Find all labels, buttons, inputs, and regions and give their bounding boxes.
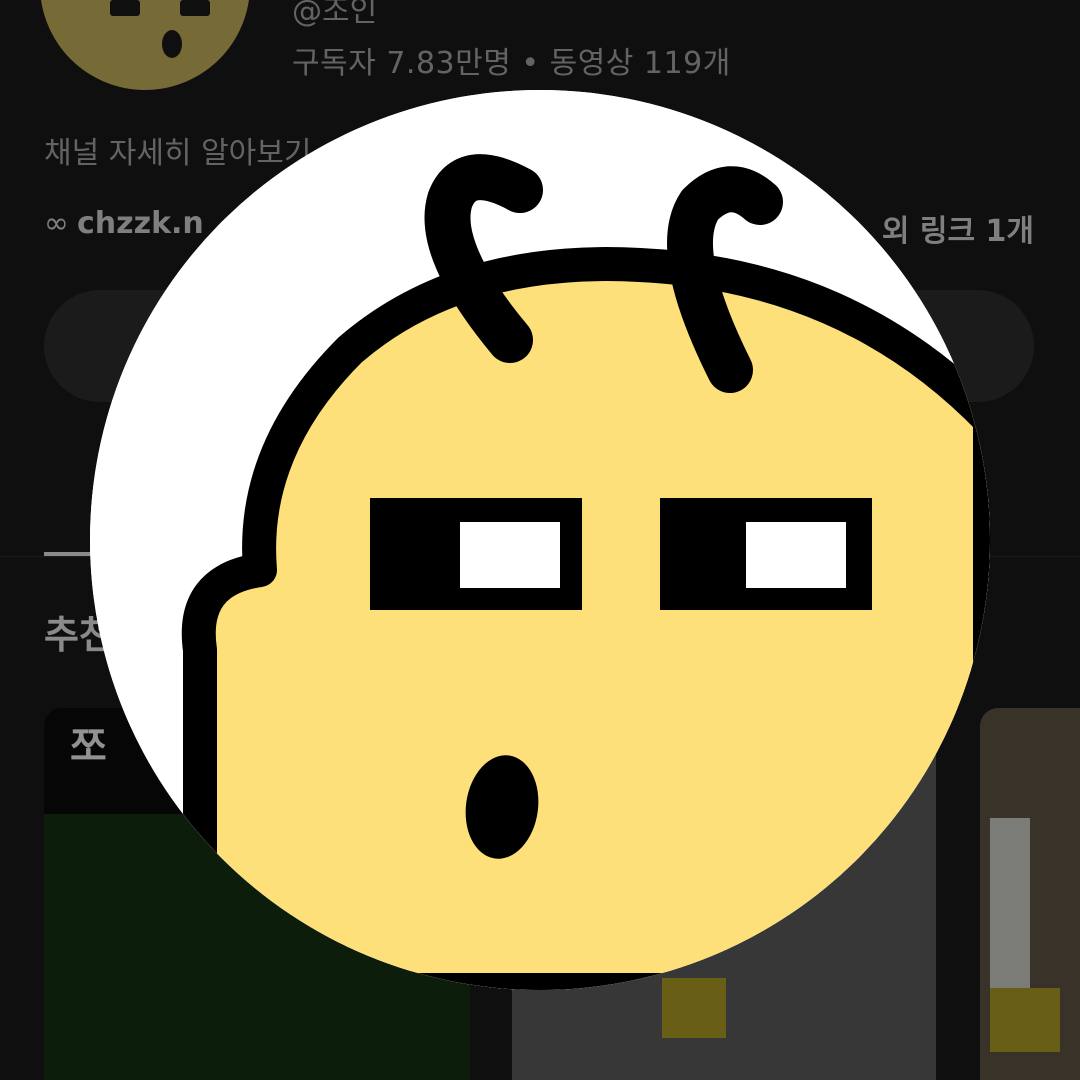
profile-picture-enlarged[interactable] xyxy=(90,90,990,990)
video-thumbnail-figure xyxy=(990,988,1060,1052)
link-text: chzzk.n xyxy=(77,206,204,241)
video-thumbnail xyxy=(990,818,1030,998)
channel-about-link[interactable]: 채널 자세히 알아보기 xyxy=(44,128,311,172)
avatar-eye xyxy=(180,0,210,16)
eye-left-white xyxy=(460,522,560,588)
video-thumbnail xyxy=(662,978,726,1038)
channel-page: @조인 구독자 7.83만명 • 동영상 119개 채널 자세히 알아보기 ∞ c… xyxy=(0,0,1080,1080)
more-links[interactable]: 외 링크 1개 xyxy=(882,206,1034,250)
thumbnail-text: 쪼 xyxy=(70,724,107,770)
avatar-eye xyxy=(110,0,140,16)
channel-avatar[interactable] xyxy=(40,0,250,90)
avatar-mouth xyxy=(162,30,182,58)
link-icon: ∞ xyxy=(44,206,69,241)
channel-stats: 구독자 7.83만명 • 동영상 119개 xyxy=(292,46,731,81)
character-face-image xyxy=(90,90,990,990)
channel-external-link[interactable]: ∞ chzzk.n xyxy=(44,206,204,241)
eye-right-white xyxy=(746,522,846,588)
video-card[interactable] xyxy=(980,708,1080,1080)
channel-handle: @조인 xyxy=(292,0,378,29)
